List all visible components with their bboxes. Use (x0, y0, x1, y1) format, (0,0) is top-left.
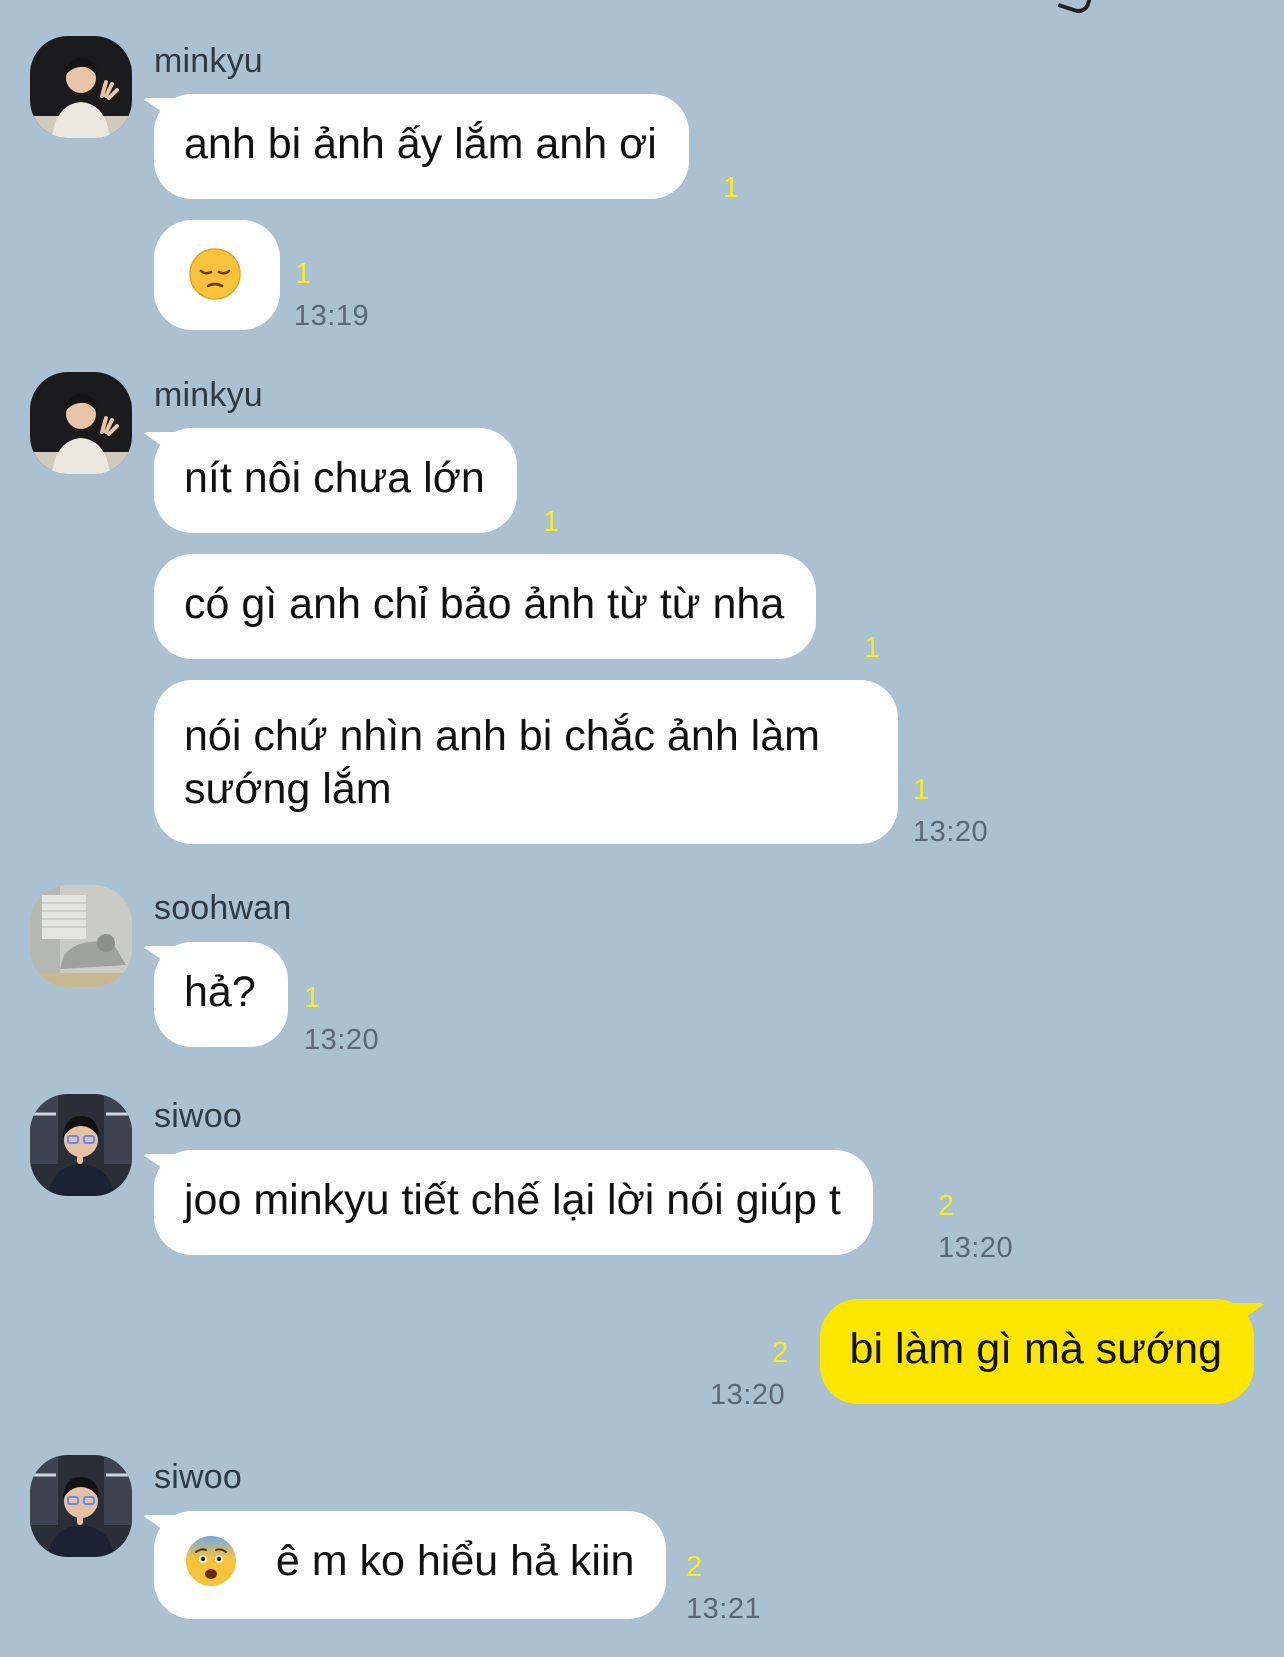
message-text: bi làm gì mà sướng (849, 1325, 1222, 1373)
unread-count: 1 (543, 506, 560, 538)
unread-count: 1 (304, 982, 321, 1014)
unread-count: 1 (913, 774, 930, 806)
sender-name: minkyu (154, 376, 263, 414)
message-time: 13:20 (304, 1024, 380, 1056)
message-time: 13:20 (913, 816, 989, 848)
my-message-bubble[interactable]: bi làm gì mà sướng (819, 1299, 1254, 1404)
message-bubble[interactable]: hả? (154, 942, 288, 1047)
unread-count: 2 (686, 1551, 703, 1583)
message-time: 13:20 (938, 1232, 1014, 1264)
message-text: nít nôi chưa lớn (184, 454, 485, 502)
avatar-image (30, 36, 132, 138)
message-bubble[interactable]: nói chứ nhìn anh bi chắc ảnh làm sướng l… (154, 680, 898, 844)
unread-count: 1 (723, 172, 740, 204)
message-bubble[interactable]: nít nôi chưa lớn (154, 428, 517, 533)
message-bubble[interactable]: ê m ko hiểu hả kiin (154, 1511, 667, 1619)
sender-name: siwoo (154, 1097, 242, 1135)
message-text: joo minkyu tiết chế lại lời nói giúp t (184, 1176, 841, 1224)
message-time: 13:20 (710, 1379, 786, 1411)
message-time: 13:21 (686, 1593, 762, 1625)
avatar-siwoo[interactable] (30, 1455, 132, 1557)
message-text: hả? (184, 968, 256, 1016)
avatar-minkyu[interactable] (30, 372, 132, 474)
avatar-image (30, 372, 132, 474)
top-edge-fragment (1057, 0, 1093, 17)
avatar-image (30, 1094, 132, 1196)
unread-count: 2 (772, 1337, 789, 1369)
message-text: ê m ko hiểu hả kiin (275, 1537, 635, 1585)
unread-count: 1 (295, 258, 312, 290)
sender-name: minkyu (154, 42, 263, 80)
message-bubble[interactable]: anh bi ảnh ấy lắm anh ơi (154, 94, 689, 199)
avatar-image (30, 885, 132, 987)
emoji-bubble[interactable] (154, 220, 280, 330)
message-time: 13:19 (294, 300, 370, 332)
message-text: anh bi ảnh ấy lắm anh ơi (184, 120, 657, 168)
message-text: nói chứ nhìn anh bi chắc ảnh làm sướng l… (184, 712, 820, 813)
avatar-minkyu[interactable] (30, 36, 132, 138)
avatar-image (30, 1455, 132, 1557)
sender-name: siwoo (154, 1458, 242, 1496)
fearful-face-icon (184, 1534, 238, 1588)
message-bubble[interactable]: có gì anh chỉ bảo ảnh từ từ nha (154, 554, 817, 659)
unread-count: 2 (938, 1190, 955, 1222)
unread-count: 1 (864, 632, 881, 664)
avatar-siwoo[interactable] (30, 1094, 132, 1196)
sender-name: soohwan (154, 889, 292, 927)
message-text: có gì anh chỉ bảo ảnh từ từ nha (184, 580, 785, 628)
message-bubble[interactable]: joo minkyu tiết chế lại lời nói giúp t (154, 1150, 873, 1255)
pensive-face-icon (188, 247, 242, 301)
avatar-soohwan[interactable] (30, 885, 132, 987)
